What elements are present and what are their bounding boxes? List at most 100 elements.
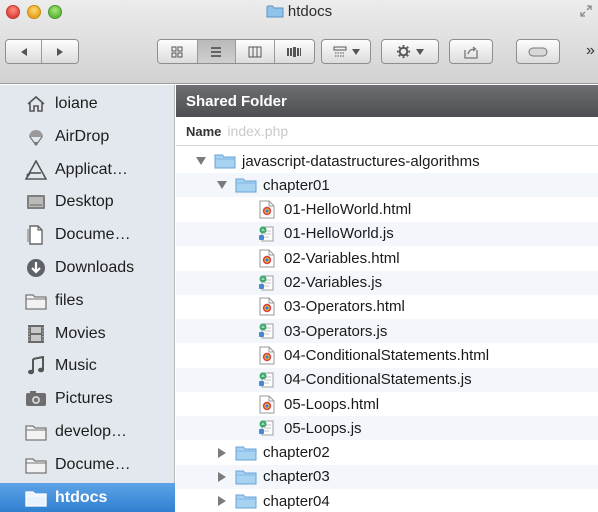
table-row[interactable]: 05-Loops.html xyxy=(176,392,598,416)
sidebar-item[interactable]: loiane xyxy=(0,89,175,119)
table-row[interactable]: 05-Loops.js xyxy=(176,416,598,441)
airdrop-icon xyxy=(25,127,47,147)
disclosure-expanded-icon[interactable] xyxy=(194,157,208,165)
file-name: chapter03 xyxy=(263,468,330,486)
js-file-icon xyxy=(256,419,278,437)
sidebar-item-label: Pictures xyxy=(55,390,113,408)
applications-icon xyxy=(25,159,47,180)
name-column-header[interactable]: Name index.php xyxy=(176,117,598,146)
sidebar-item-label: Music xyxy=(55,357,97,375)
toolbar-overflow-icon[interactable]: » xyxy=(586,42,595,60)
disclosure-collapsed-icon[interactable] xyxy=(215,496,229,507)
list-view-button[interactable] xyxy=(197,40,237,63)
movies-icon xyxy=(25,324,47,344)
grid-icon xyxy=(171,46,183,57)
folder-icon xyxy=(266,4,284,22)
sidebar-item[interactable]: AirDrop xyxy=(0,122,175,152)
table-row[interactable]: 03-Operators.html xyxy=(176,295,598,319)
shared-folder-label: Shared Folder xyxy=(186,92,287,110)
music-icon xyxy=(25,356,47,376)
folder-icon xyxy=(235,445,257,461)
table-row[interactable]: 02-Variables.js xyxy=(176,270,598,295)
file-list-pane: Shared Folder Name index.php javascript-… xyxy=(176,85,598,512)
folder-icon xyxy=(25,291,47,311)
sidebar: loiane AirDrop Applicat… Desktop Docume… Down… xyxy=(0,85,175,512)
sidebar-item[interactable]: Downloads xyxy=(0,253,175,283)
sidebar-item[interactable]: Pictures xyxy=(0,384,175,414)
icon-view-button[interactable] xyxy=(158,40,198,63)
sidebar-item-label: develop… xyxy=(55,423,128,440)
table-row[interactable]: 01-HelloWorld.js xyxy=(176,221,598,246)
js-file-icon xyxy=(256,274,278,292)
sidebar-item-label: files xyxy=(55,291,84,309)
sidebar-item[interactable]: develop… xyxy=(0,417,175,447)
edit-tags-button[interactable] xyxy=(516,39,560,64)
sidebar-item-label: Docume… xyxy=(55,226,131,244)
window-title: htdocs xyxy=(0,3,598,22)
tag-icon xyxy=(528,47,548,56)
back-button[interactable] xyxy=(6,40,43,63)
disclosure-expanded-icon[interactable] xyxy=(215,181,229,190)
table-row[interactable]: chapter02 xyxy=(176,441,598,465)
sidebar-item-label: AirDrop xyxy=(55,127,110,145)
chrome-html-file-icon xyxy=(256,200,278,219)
toolbar: htdocs » xyxy=(0,0,598,84)
sidebar-item[interactable]: Music xyxy=(0,351,175,381)
table-row[interactable]: 04-ConditionalStatements.js xyxy=(176,367,598,392)
table-row[interactable]: javascript-datastructures-algorithms xyxy=(176,149,598,173)
coverflow-icon xyxy=(287,46,302,57)
table-row[interactable]: chapter03 xyxy=(176,464,598,489)
sidebar-item-label: Downloads xyxy=(55,259,135,276)
sidebar-item[interactable]: Movies xyxy=(0,319,175,349)
forward-arrow-icon xyxy=(57,47,63,56)
file-name: 04-ConditionalStatements.html xyxy=(284,346,490,364)
forward-button[interactable] xyxy=(42,40,78,63)
sidebar-item[interactable]: htdocs xyxy=(0,482,175,512)
sidebar-item[interactable]: Desktop xyxy=(0,187,175,217)
sidebar-item[interactable]: Docume… xyxy=(0,220,175,250)
file-name: 02-Variables.html xyxy=(284,249,400,267)
folder-icon xyxy=(235,493,257,509)
file-name: 05-Loops.js xyxy=(284,419,362,437)
file-name: 01-HelloWorld.html xyxy=(284,201,412,219)
sidebar-item[interactable]: files xyxy=(0,286,175,316)
table-row[interactable]: chapter04 xyxy=(176,489,598,512)
desktop-icon xyxy=(25,192,47,212)
table-row[interactable]: 04-ConditionalStatements.html xyxy=(176,343,598,367)
file-name: chapter04 xyxy=(263,492,330,510)
sidebar-item[interactable]: Docume… xyxy=(0,450,175,480)
share-icon xyxy=(464,45,478,59)
disclosure-collapsed-icon[interactable] xyxy=(215,471,229,482)
file-name: 05-Loops.html xyxy=(284,395,380,413)
folder-icon xyxy=(25,488,47,508)
file-name: 04-ConditionalStatements.js xyxy=(284,371,472,389)
column-view-button[interactable] xyxy=(236,40,275,63)
table-row[interactable]: 01-HelloWorld.html xyxy=(176,198,598,222)
share-button[interactable] xyxy=(449,39,493,64)
sidebar-item[interactable]: Applicat… xyxy=(0,155,175,185)
sidebar-item-label: Desktop xyxy=(55,193,114,211)
table-row[interactable]: chapter01 xyxy=(176,173,598,198)
home-icon xyxy=(25,94,47,114)
folder-icon xyxy=(25,422,47,442)
sidebar-item-label: Movies xyxy=(55,324,106,342)
columns-icon xyxy=(248,46,262,57)
file-name: 02-Variables.js xyxy=(284,274,383,291)
file-name: 03-Operators.html xyxy=(284,298,405,316)
file-name: javascript-datastructures-algorithms xyxy=(242,152,480,170)
fullscreen-icon[interactable] xyxy=(580,4,592,22)
coverflow-view-button[interactable] xyxy=(274,40,314,63)
table-row[interactable]: 02-Variables.html xyxy=(176,246,598,270)
action-button[interactable] xyxy=(381,39,439,64)
gear-icon xyxy=(396,44,411,59)
arrange-button[interactable] xyxy=(321,39,371,64)
table-row[interactable]: 03-Operators.js xyxy=(176,319,598,344)
chrome-html-file-icon xyxy=(256,297,278,316)
shared-folder-banner: Shared Folder xyxy=(176,85,598,117)
window-title-text: htdocs xyxy=(287,3,333,20)
disclosure-collapsed-icon[interactable] xyxy=(215,447,229,458)
file-name: chapter02 xyxy=(263,444,330,462)
sidebar-item-label: htdocs xyxy=(55,488,108,506)
js-file-icon xyxy=(256,371,278,389)
folder-icon xyxy=(25,455,47,475)
